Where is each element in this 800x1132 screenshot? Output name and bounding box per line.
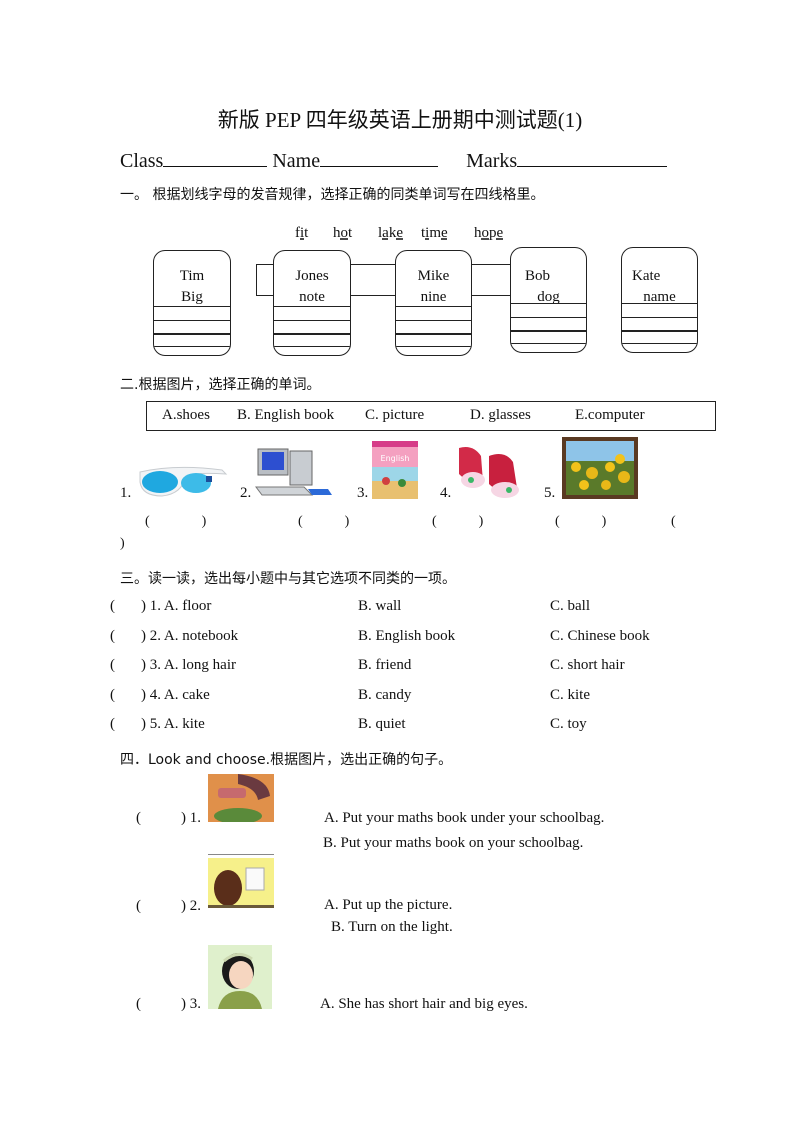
answer-paren[interactable]: ( xyxy=(110,657,115,673)
svg-text:English: English xyxy=(381,454,410,463)
name-label: Name xyxy=(272,150,321,172)
computer-icon xyxy=(255,448,332,496)
section1-heading: 一。 根据划线字母的发音规律，选择正确的同类单词写在四线格里。 xyxy=(120,187,545,203)
class-label: Class xyxy=(120,150,164,172)
question-row: () 5. A. kite xyxy=(110,716,205,732)
item-number: 3. xyxy=(357,485,369,501)
choice-a: A. She has short hair and big eyes. xyxy=(320,996,528,1012)
connector xyxy=(348,264,396,296)
student-info: Class Name Marks xyxy=(120,148,668,173)
word-hot: hot xyxy=(333,225,353,241)
option-c: C. kite xyxy=(550,687,590,703)
answer-blank-1[interactable]: () xyxy=(145,514,206,530)
section2-heading: 二.根据图片，选择正确的单词。 xyxy=(120,377,321,393)
english-book-icon: English xyxy=(372,441,418,499)
box-word: note xyxy=(299,289,325,305)
option-b: B. English book xyxy=(237,407,335,423)
sound-box-4[interactable]: Bob dog xyxy=(510,247,587,353)
item-number: 4. xyxy=(440,485,452,501)
option-b: B. wall xyxy=(358,598,402,614)
box-word: Kate xyxy=(632,268,661,284)
choice-b: B. Turn on the light. xyxy=(331,919,453,935)
question-row: () 4. A. cake xyxy=(110,687,210,703)
box-word: Tim xyxy=(179,268,205,284)
page-title: 新版 PEP 四年级英语上册期中测试题(1) xyxy=(217,108,583,132)
divider xyxy=(208,854,274,855)
answer-blank-3[interactable]: () xyxy=(432,514,483,530)
marks-field[interactable] xyxy=(517,148,668,167)
word-time: time xyxy=(421,225,448,241)
answer-paren[interactable]: ( xyxy=(136,996,141,1012)
option-b: B. candy xyxy=(358,687,412,703)
schoolbag-book-image xyxy=(208,774,274,822)
option-d: D. glasses xyxy=(470,407,531,423)
answer-paren[interactable]: ( xyxy=(110,598,115,614)
option-c: C. short hair xyxy=(550,657,625,673)
item-number: 2. xyxy=(240,485,252,501)
sunflower-picture-icon xyxy=(562,437,638,499)
option-c: C. ball xyxy=(550,598,590,614)
section4-heading: 四．Look and choose.根据图片，选出正确的句子。 xyxy=(120,752,453,768)
word-hope: hope xyxy=(474,225,504,241)
option-c: C. picture xyxy=(365,407,425,423)
sound-box-2[interactable]: Jones note xyxy=(273,250,351,356)
option-c: C. Chinese book xyxy=(550,628,650,644)
option-b: B. English book xyxy=(358,628,456,644)
option-c: C. toy xyxy=(550,716,587,732)
option-b: B. friend xyxy=(358,657,412,673)
question-row: () 3. A. long hair xyxy=(110,657,236,673)
sunglasses-icon xyxy=(139,466,228,497)
answer-paren[interactable]: ( xyxy=(110,716,115,732)
answer-paren[interactable]: ( xyxy=(136,898,141,914)
option-b: B. quiet xyxy=(358,716,406,732)
box-word: Mike xyxy=(417,268,450,284)
answer-paren[interactable]: ( xyxy=(136,810,141,826)
box-word: nine xyxy=(420,289,447,305)
answer-blank-5-close: ) xyxy=(120,536,125,551)
question-row: () 3. xyxy=(136,996,201,1012)
question-row: () 1. A. floor xyxy=(110,598,212,614)
name-field[interactable] xyxy=(320,148,439,167)
question-row: () 2. A. notebook xyxy=(110,628,239,644)
sound-box-1[interactable]: Tim Big xyxy=(153,250,231,356)
box-word: Bob xyxy=(525,268,551,284)
choice-a: A. Put your maths book under your school… xyxy=(324,810,605,826)
item-number: 5. xyxy=(544,485,556,501)
option-a: A.shoes xyxy=(162,407,210,423)
item-number: 1. xyxy=(120,485,132,501)
sound-box-3[interactable]: Mike nine xyxy=(395,250,472,356)
connector xyxy=(469,264,511,296)
marks-label: Marks xyxy=(466,150,518,172)
box-word: Big xyxy=(181,289,203,305)
question-row: () 1. xyxy=(136,810,201,826)
box-word: Jones xyxy=(295,268,329,284)
answer-blank-2[interactable]: () xyxy=(298,514,349,530)
answer-blank-5-open[interactable]: ( xyxy=(671,514,676,530)
section3-heading: 三。读一读，选出每小题中与其它选项不同类的一项。 xyxy=(120,571,456,587)
shoes-icon xyxy=(459,447,519,498)
word-lake: lake xyxy=(378,225,404,241)
choice-b: B. Put your maths book on your schoolbag… xyxy=(323,835,584,851)
girl-short-hair-image xyxy=(208,945,272,1009)
class-field[interactable] xyxy=(163,148,268,167)
picture-on-wall-image xyxy=(208,858,274,908)
sound-box-5[interactable]: Kate name xyxy=(621,247,698,353)
option-e: E.computer xyxy=(575,407,645,423)
question-row: () 2. xyxy=(136,898,201,914)
answer-paren[interactable]: ( xyxy=(110,687,115,703)
word-fit: fit xyxy=(295,225,309,241)
answer-paren[interactable]: ( xyxy=(110,628,115,644)
choice-a: A. Put up the picture. xyxy=(324,897,453,913)
answer-blank-4[interactable]: () xyxy=(555,514,606,530)
word-bank: A.shoes B. English book C. picture D. gl… xyxy=(146,401,716,431)
